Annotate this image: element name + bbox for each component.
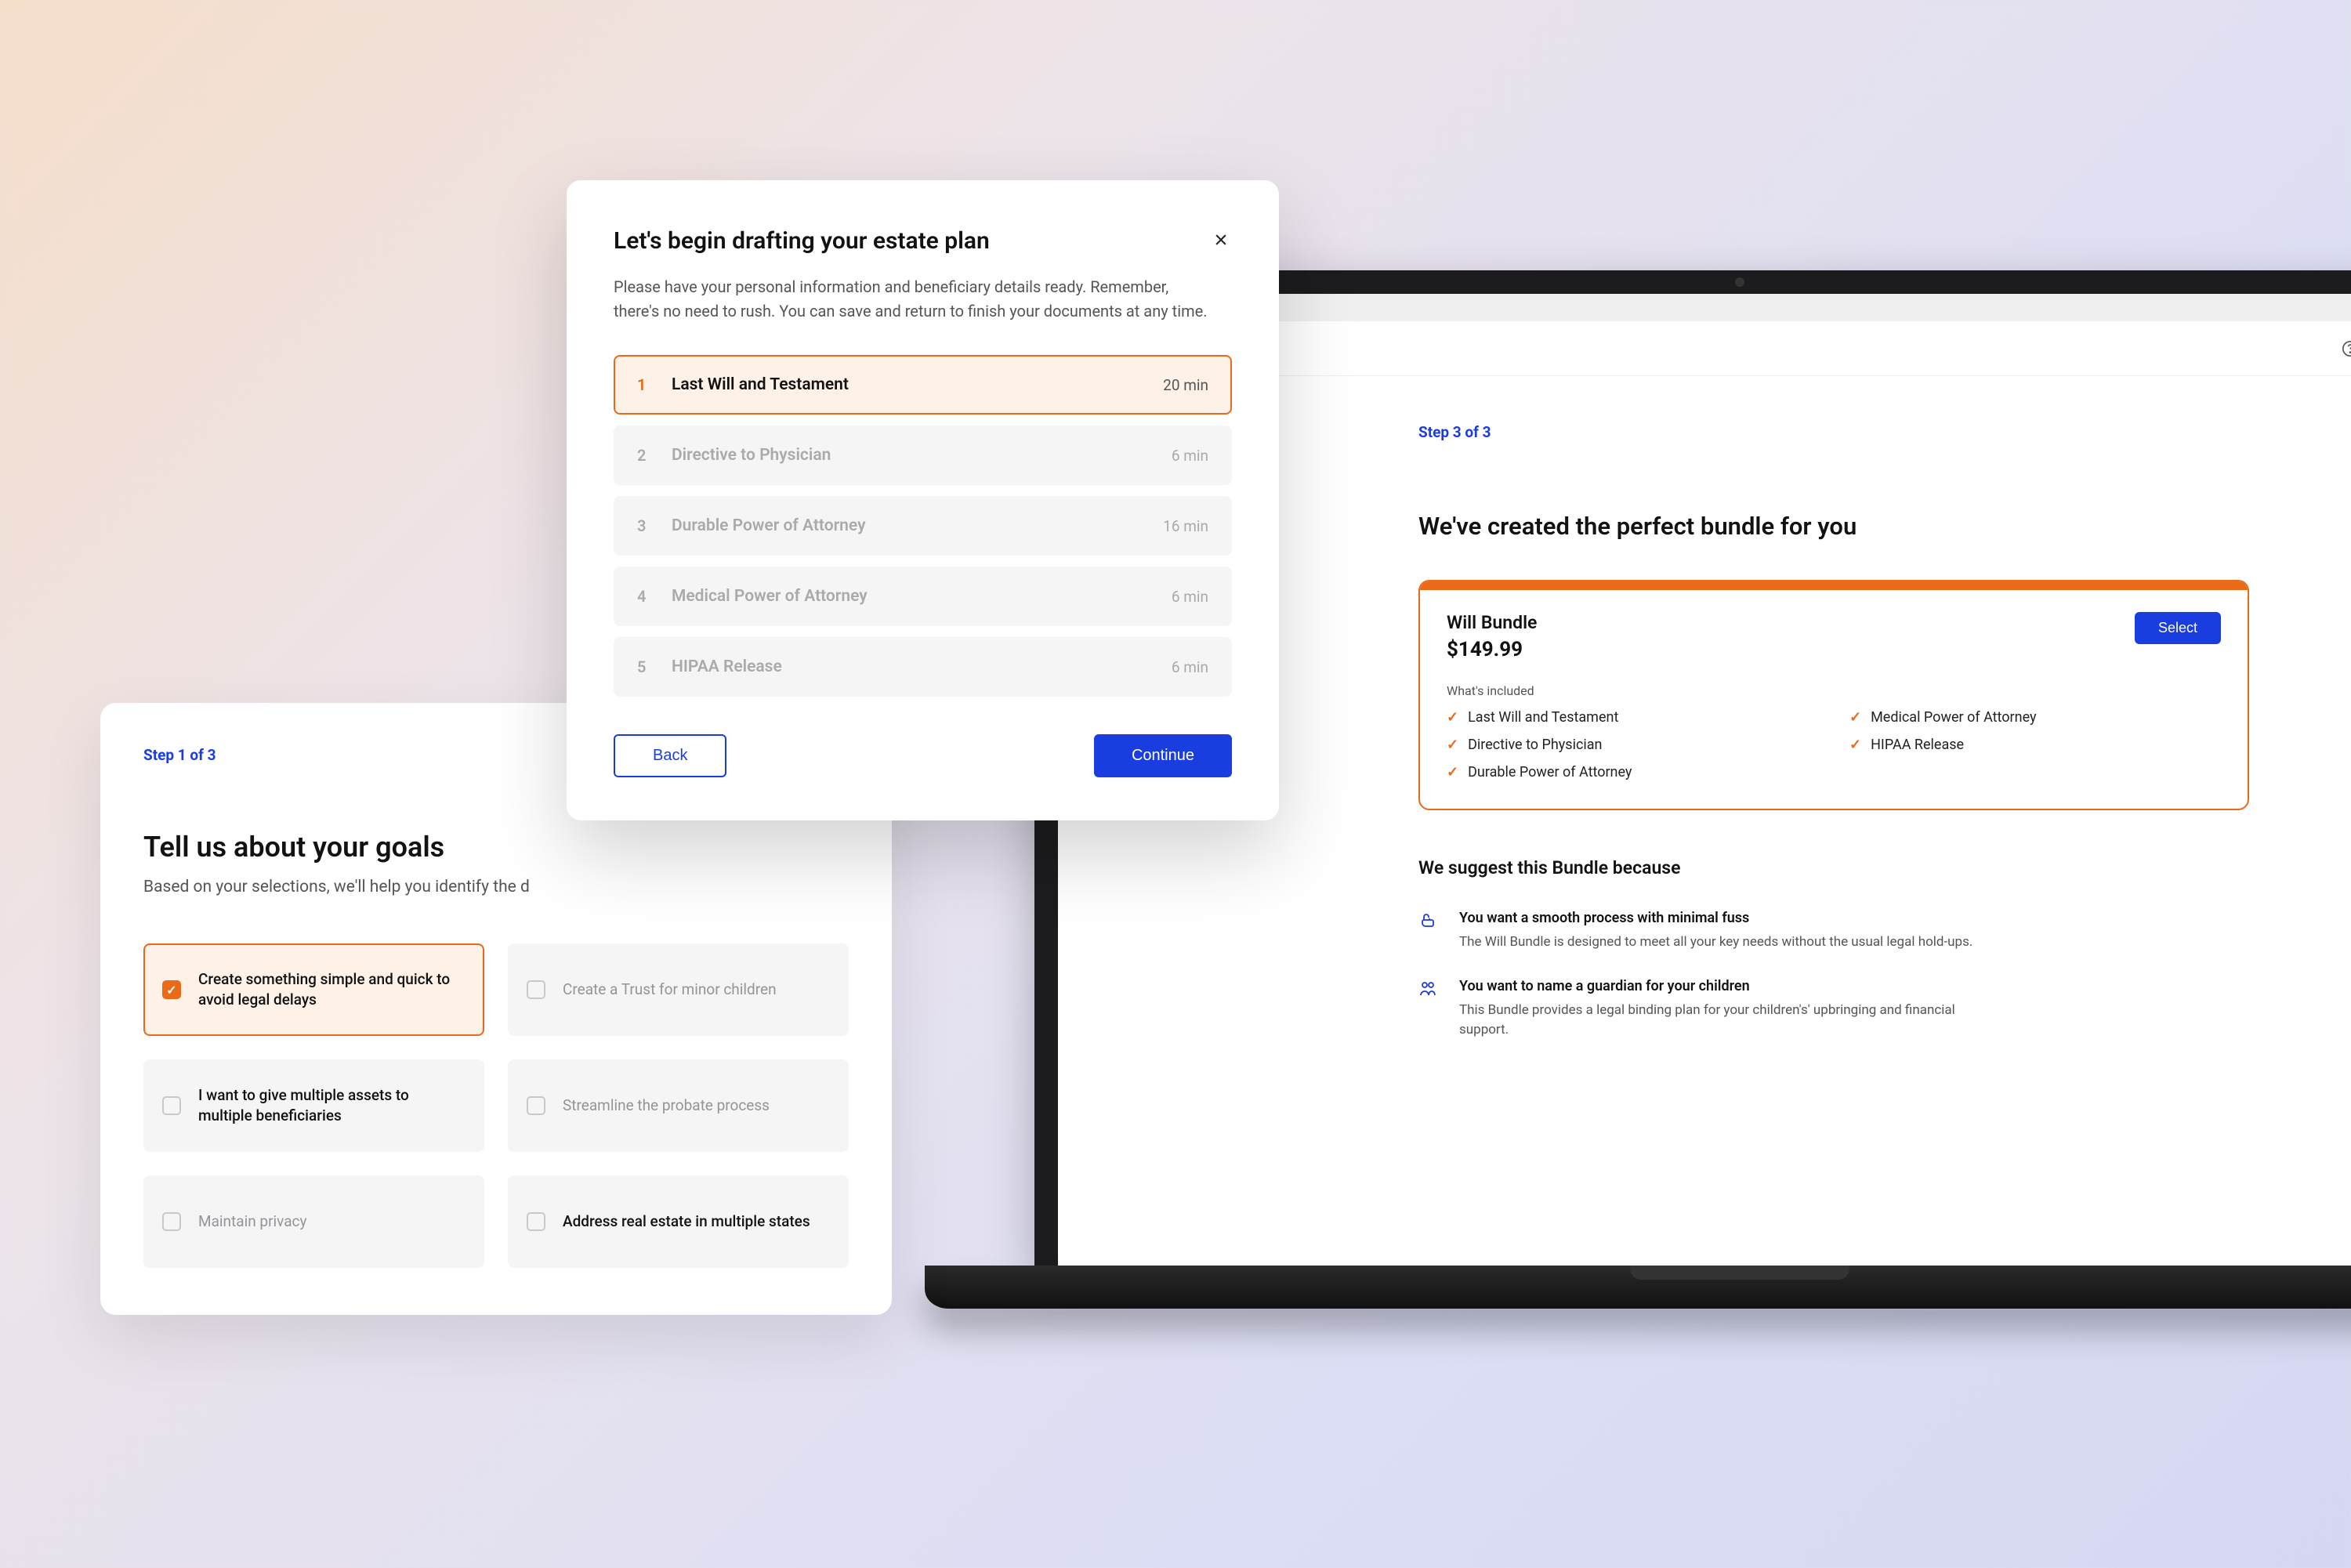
doc-name: Last Will and Testament (672, 375, 1141, 394)
included-item-label: Medical Power of Attorney (1871, 709, 2036, 726)
document-list: 1 Last Will and Testament 20 min 2 Directive… (614, 355, 1232, 697)
doc-duration: 16 min (1163, 517, 1208, 535)
document-item[interactable]: 5 HIPAA Release 6 min (614, 637, 1232, 697)
bundle-price: $149.99 (1447, 638, 1537, 661)
goal-label: Streamline the probate process (563, 1095, 770, 1116)
included-item: ✓ Last Will and Testament (1447, 709, 1818, 726)
camera-icon (1735, 277, 1744, 287)
included-item-label: Directive to Physician (1468, 737, 1602, 753)
reason-title: You want a smooth process with minimal f… (1459, 910, 1972, 926)
reason-item: You want to name a guardian for your chi… (1418, 978, 2249, 1041)
document-item[interactable]: 3 Durable Power of Attorney 16 min (614, 496, 1232, 556)
doc-number: 1 (637, 375, 650, 394)
doc-name: HIPAA Release (672, 657, 1150, 676)
reason-desc: This Bundle provides a legal binding pla… (1459, 1001, 2008, 1041)
reason-title: You want to name a guardian for your chi… (1459, 978, 2008, 994)
doc-name: Durable Power of Attorney (672, 516, 1141, 535)
goals-grid: ✓ Create something simple and quick to av… (143, 943, 849, 1268)
modal-title: Let's begin drafting your estate plan (614, 227, 990, 255)
included-item: ✓ Durable Power of Attorney (1447, 764, 1818, 780)
goal-label: I want to give multiple assets to multip… (198, 1085, 465, 1125)
goal-option[interactable]: Create a Trust for minor children (508, 943, 849, 1036)
reason-desc: The Will Bundle is designed to meet all … (1459, 932, 1972, 953)
goal-option[interactable]: Streamline the probate process (508, 1059, 849, 1152)
included-item: ✓ HIPAA Release (1849, 737, 2221, 753)
modal-description: Please have your personal information an… (614, 275, 1209, 324)
thumbs-up-icon (1418, 911, 1437, 953)
check-icon: ✓ (1447, 737, 1458, 753)
bundle-accent-bar (1420, 581, 2248, 590)
doc-number: 4 (637, 587, 650, 606)
select-bundle-button[interactable]: Select (2135, 612, 2221, 644)
goal-label: Address real estate in multiple states (563, 1211, 810, 1232)
document-item[interactable]: 4 Medical Power of Attorney 6 min (614, 567, 1232, 626)
bundle-card: Will Bundle $149.99 Select What's includ… (1418, 580, 2249, 810)
help-icon[interactable] (2342, 340, 2351, 357)
goals-subheading: Based on your selections, we'll help you… (143, 878, 849, 896)
goal-option[interactable]: Address real estate in multiple states (508, 1175, 849, 1268)
goal-option[interactable]: I want to give multiple assets to multip… (143, 1059, 484, 1152)
laptop-hinge (1630, 1266, 1849, 1280)
doc-number: 5 (637, 657, 650, 676)
check-icon: ✓ (1447, 709, 1458, 726)
checkbox-icon (162, 1212, 181, 1231)
document-item[interactable]: 1 Last Will and Testament 20 min (614, 355, 1232, 415)
doc-duration: 6 min (1172, 658, 1208, 676)
check-icon: ✓ (1849, 709, 1861, 726)
included-item: ✓ Medical Power of Attorney (1849, 709, 2221, 726)
included-item-label: Last Will and Testament (1468, 709, 1618, 726)
included-list: ✓ Last Will and Testament ✓ Medical Power o… (1447, 709, 2221, 780)
continue-button[interactable]: Continue (1094, 734, 1232, 777)
back-button[interactable]: Back (614, 734, 726, 777)
goal-label: Maintain privacy (198, 1211, 306, 1232)
checkbox-icon (527, 980, 545, 999)
checkbox-icon (162, 1096, 181, 1115)
checkbox-icon (527, 1212, 545, 1231)
check-icon: ✓ (1849, 737, 1861, 753)
goal-option[interactable]: Maintain privacy (143, 1175, 484, 1268)
laptop-notch (1650, 270, 1830, 294)
reasons-list: You want a smooth process with minimal f… (1418, 910, 2249, 1041)
doc-duration: 6 min (1172, 588, 1208, 606)
included-label: What's included (1447, 683, 2221, 698)
doc-duration: 6 min (1172, 447, 1208, 465)
doc-number: 2 (637, 446, 650, 465)
doc-name: Medical Power of Attorney (672, 587, 1150, 606)
bundle-name: Will Bundle (1447, 612, 1537, 633)
laptop-base (925, 1266, 2351, 1309)
included-item: ✓ Directive to Physician (1447, 737, 1818, 753)
check-icon: ✓ (1447, 764, 1458, 780)
included-item-label: HIPAA Release (1871, 737, 1964, 753)
doc-number: 3 (637, 516, 650, 535)
close-button[interactable] (1210, 227, 1232, 254)
goals-heading: Tell us about your goals (143, 831, 849, 864)
suggest-heading: We suggest this Bundle because (1418, 857, 2249, 878)
goal-option[interactable]: ✓ Create something simple and quick to av… (143, 943, 484, 1036)
step-indicator: Step 3 of 3 (1418, 423, 2249, 441)
doc-name: Directive to Physician (672, 446, 1150, 465)
goal-label: Create something simple and quick to avo… (198, 969, 465, 1009)
family-icon (1418, 980, 1437, 1041)
included-item-label: Durable Power of Attorney (1468, 764, 1632, 780)
checkbox-icon: ✓ (162, 980, 181, 999)
reason-item: You want a smooth process with minimal f… (1418, 910, 2249, 953)
checkbox-icon (527, 1096, 545, 1115)
doc-duration: 20 min (1163, 376, 1208, 394)
page-title: We've created the perfect bundle for you (1418, 512, 2249, 541)
document-item[interactable]: 2 Directive to Physician 6 min (614, 425, 1232, 485)
begin-drafting-modal: Let's begin drafting your estate plan Pl… (567, 180, 1279, 820)
goal-label: Create a Trust for minor children (563, 980, 777, 1000)
